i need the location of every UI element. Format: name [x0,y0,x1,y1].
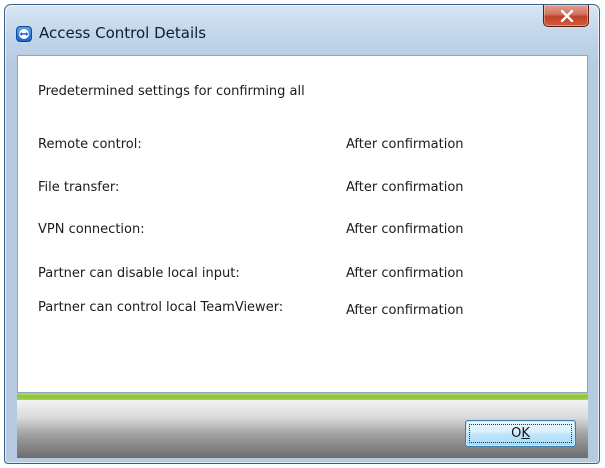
setting-value: After confirmation [346,180,464,195]
details-panel: Predetermined settings for confirming al… [17,55,588,393]
setting-row-vpn-connection: VPN connection: After confirmation [38,222,558,240]
setting-value: After confirmation [346,266,464,281]
setting-row-remote-control: Remote control: After confirmation [38,137,558,155]
window-title: Access Control Details [39,24,207,42]
setting-label: VPN connection: [38,222,145,237]
setting-row-disable-local-input: Partner can disable local input: After c… [38,266,558,284]
setting-row-file-transfer: File transfer: After confirmation [38,180,558,198]
setting-value: After confirmation [346,222,464,237]
setting-value: After confirmation [346,137,464,152]
setting-label: Remote control: [38,137,142,152]
settings-heading: Predetermined settings for confirming al… [38,84,305,99]
ok-button[interactable]: OK [465,420,576,447]
ok-button-label: OK [511,426,530,441]
setting-label: Partner can disable local input: [38,266,240,281]
ok-label-accelerator: K [521,426,530,441]
close-button[interactable] [543,5,589,27]
close-icon [560,10,574,22]
accent-divider [17,393,588,400]
setting-label: File transfer: [38,180,120,195]
teamviewer-icon [16,26,32,42]
setting-value: After confirmation [346,303,464,318]
setting-row-control-local-teamviewer: Partner can control local TeamViewer: Af… [38,300,558,318]
title-bar[interactable]: Access Control Details [5,5,599,55]
setting-label: Partner can control local TeamViewer: [38,300,284,315]
ok-label-text: O [511,426,522,441]
button-bar: OK [17,400,588,458]
dialog-window: Access Control Details Predetermined set… [4,4,600,464]
